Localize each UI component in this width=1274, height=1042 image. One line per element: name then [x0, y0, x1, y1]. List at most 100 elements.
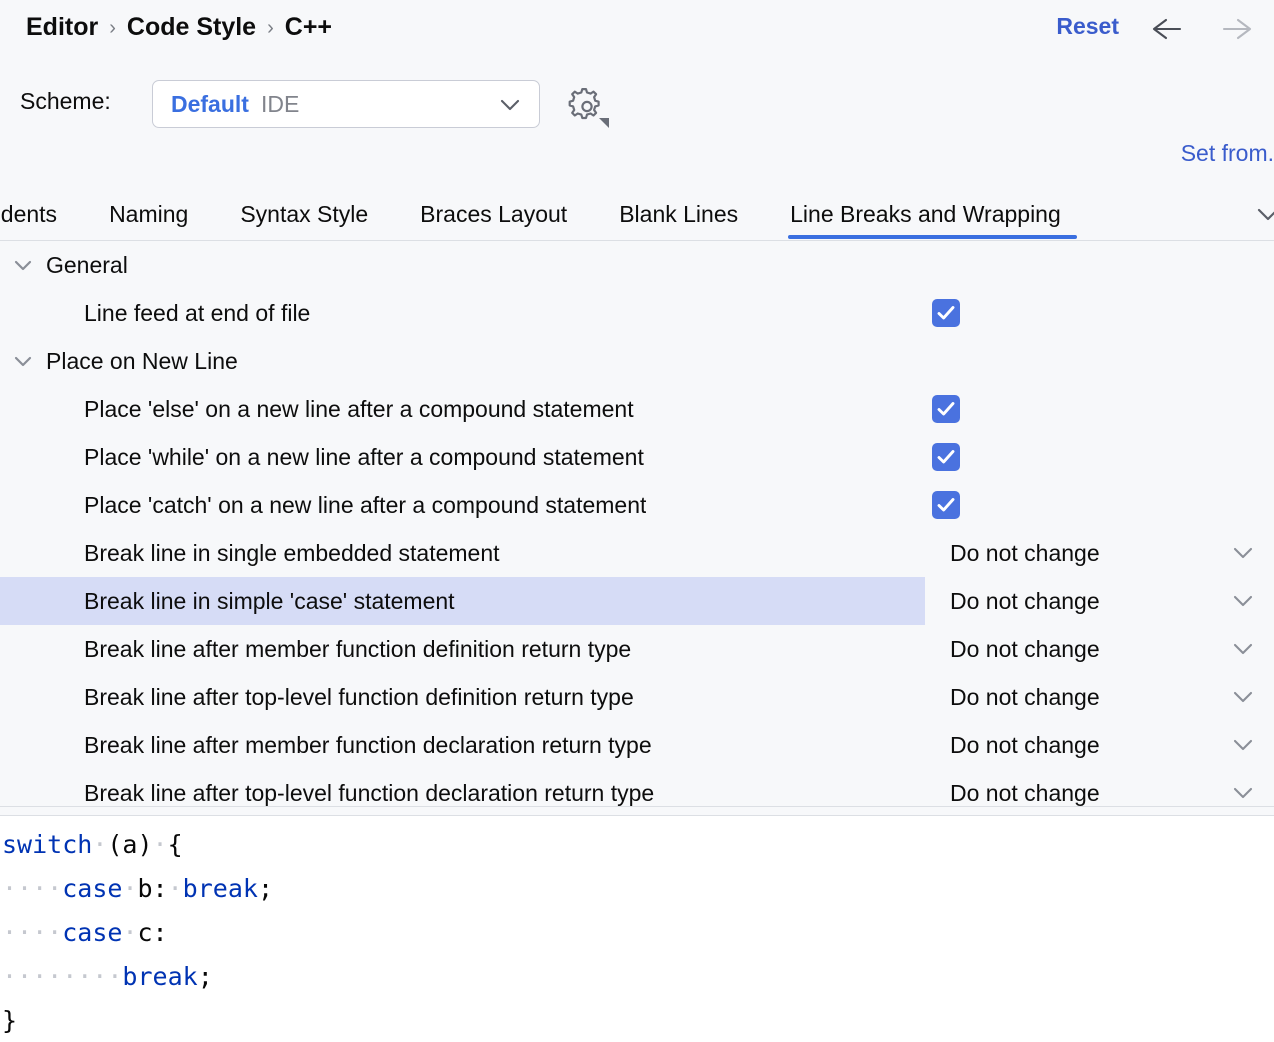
scheme-row: Scheme: Default IDE — [0, 78, 1274, 140]
tab-ndents[interactable]: ndents — [0, 190, 83, 239]
settings-row[interactable]: Break line in simple 'case' statement Do … — [0, 577, 1274, 625]
settings-combobox[interactable]: Do not change — [925, 625, 1274, 673]
code-token-plain: c: — [138, 918, 168, 947]
code-preview-line: } — [0, 998, 1274, 1042]
scheme-select[interactable]: Default IDE — [152, 80, 540, 128]
settings-row-label: Break line after top-level function defi… — [84, 684, 634, 711]
set-from-link[interactable]: Set from. — [1181, 140, 1274, 167]
code-token-ws: · — [168, 874, 183, 903]
code-preview-line: ····case·b:·break; — [0, 866, 1274, 910]
checkbox-checked[interactable] — [932, 299, 960, 327]
settings-row-label: Break line in simple 'case' statement — [84, 588, 455, 615]
settings-list[interactable]: General Line feed at end of file Place on … — [0, 241, 1274, 807]
chevron-down-icon[interactable] — [8, 347, 38, 375]
tab-syntax-style[interactable]: Syntax Style — [214, 190, 394, 239]
breadcrumb: Editor › Code Style › C++ — [26, 13, 332, 42]
settings-combobox[interactable]: Do not change — [925, 769, 1274, 807]
settings-row-control: Do not change — [925, 769, 1274, 807]
code-token-ws: · — [92, 830, 107, 859]
settings-row-control: Do not change — [925, 577, 1274, 625]
settings-row-label-area[interactable]: Place 'while' on a new line after a comp… — [0, 433, 925, 481]
settings-combobox[interactable]: Do not change — [925, 673, 1274, 721]
settings-combobox-value: Do not change — [950, 732, 1100, 759]
tab-line-breaks-and-wrapping[interactable]: Line Breaks and Wrapping — [764, 190, 1087, 239]
code-token-plain: ; — [198, 962, 213, 991]
settings-row-label-area[interactable]: Break line after top-level function defi… — [0, 673, 925, 721]
settings-row[interactable]: Place 'else' on a new line after a compo… — [0, 385, 1274, 433]
code-token-ws: ···· — [2, 918, 62, 947]
chevron-down-icon — [1230, 589, 1256, 613]
checkbox-checked[interactable] — [932, 395, 960, 423]
settings-row[interactable]: General — [0, 241, 1274, 289]
settings-row-control — [925, 481, 1274, 529]
breadcrumb-item-code-style[interactable]: Code Style — [127, 13, 256, 42]
breadcrumb-separator: › — [267, 17, 274, 40]
settings-row[interactable]: Place 'while' on a new line after a comp… — [0, 433, 1274, 481]
settings-row-label-area[interactable]: Break line after member function definit… — [0, 625, 925, 673]
settings-row-control: Do not change — [925, 721, 1274, 769]
settings-row-label: Break line after member function declara… — [84, 732, 652, 759]
settings-row-label-area[interactable]: General — [0, 241, 925, 289]
settings-combobox-value: Do not change — [950, 780, 1100, 807]
chevron-down-icon — [1230, 733, 1256, 757]
chevron-down-icon — [497, 93, 523, 117]
code-token-kw: case — [62, 918, 122, 947]
settings-combobox-value: Do not change — [950, 588, 1100, 615]
settings-row-control — [925, 385, 1274, 433]
settings-row[interactable]: Break line after member function declara… — [0, 721, 1274, 769]
settings-row-label: Place on New Line — [46, 348, 238, 375]
code-token-plain: { — [168, 830, 183, 859]
settings-row-control: Do not change — [925, 673, 1274, 721]
code-token-ws: · — [122, 874, 137, 903]
settings-row-label-area[interactable]: Break line in single embedded statement — [0, 529, 925, 577]
settings-row-label-area[interactable]: Break line after member function declara… — [0, 721, 925, 769]
settings-row-label: Place 'catch' on a new line after a comp… — [84, 492, 646, 519]
tab-blank-lines[interactable]: Blank Lines — [593, 190, 764, 239]
settings-row-label-area[interactable]: Place 'catch' on a new line after a comp… — [0, 481, 925, 529]
settings-combobox[interactable]: Do not change — [925, 577, 1274, 625]
settings-combobox[interactable]: Do not change — [925, 529, 1274, 577]
tab-strip: ndentsNamingSyntax StyleBraces LayoutBla… — [0, 190, 1087, 240]
tab-braces-layout[interactable]: Braces Layout — [394, 190, 593, 239]
checkbox-checked[interactable] — [932, 443, 960, 471]
settings-row[interactable]: Break line after top-level function defi… — [0, 673, 1274, 721]
settings-combobox-value: Do not change — [950, 540, 1100, 567]
scheme-value-kind: IDE — [261, 91, 299, 118]
code-token-ws: ···· — [2, 874, 62, 903]
chevron-down-icon — [1230, 637, 1256, 661]
code-token-ws: · — [153, 830, 168, 859]
settings-row[interactable]: Break line in single embedded statement D… — [0, 529, 1274, 577]
tab-naming[interactable]: Naming — [83, 190, 214, 239]
settings-row-label-area[interactable]: Line feed at end of file — [0, 289, 925, 337]
settings-row[interactable]: Break line after member function definit… — [0, 625, 1274, 673]
settings-row[interactable]: Place 'catch' on a new line after a comp… — [0, 481, 1274, 529]
chevron-down-icon — [1230, 685, 1256, 709]
settings-row[interactable]: Break line after top-level function decl… — [0, 769, 1274, 807]
settings-row[interactable]: Line feed at end of file — [0, 289, 1274, 337]
chevron-down-icon[interactable] — [8, 251, 38, 279]
settings-row-label-area[interactable]: Place 'else' on a new line after a compo… — [0, 385, 925, 433]
code-preview-line: ····case·c: — [0, 910, 1274, 954]
code-token-ws: ········ — [2, 962, 122, 991]
code-preview-panel: switch·(a)·{····case·b:·break;····case·c… — [0, 815, 1274, 1042]
settings-row-label-area[interactable]: Place on New Line — [0, 337, 925, 385]
checkbox-checked[interactable] — [932, 491, 960, 519]
settings-row-label: Break line after top-level function decl… — [84, 780, 654, 807]
settings-row-label-area[interactable]: Break line in simple 'case' statement — [0, 577, 925, 625]
settings-row-control — [925, 433, 1274, 481]
settings-row-label: Break line in single embedded statement — [84, 540, 500, 567]
settings-combobox-value: Do not change — [950, 636, 1100, 663]
tab-bar: ndentsNamingSyntax StyleBraces LayoutBla… — [0, 190, 1274, 241]
chevron-down-icon — [1230, 541, 1256, 565]
settings-row-label-area[interactable]: Break line after top-level function decl… — [0, 769, 925, 807]
gear-icon[interactable] — [565, 85, 611, 131]
settings-row-control: Do not change — [925, 625, 1274, 673]
arrow-left-icon[interactable] — [1150, 14, 1184, 44]
settings-row[interactable]: Place on New Line — [0, 337, 1274, 385]
code-token-plain: } — [2, 1006, 17, 1035]
chevron-down-icon[interactable] — [1254, 202, 1274, 228]
breadcrumb-item-editor[interactable]: Editor — [26, 13, 98, 42]
settings-row-label: General — [46, 252, 128, 279]
reset-button[interactable]: Reset — [1056, 13, 1119, 40]
settings-combobox[interactable]: Do not change — [925, 721, 1274, 769]
